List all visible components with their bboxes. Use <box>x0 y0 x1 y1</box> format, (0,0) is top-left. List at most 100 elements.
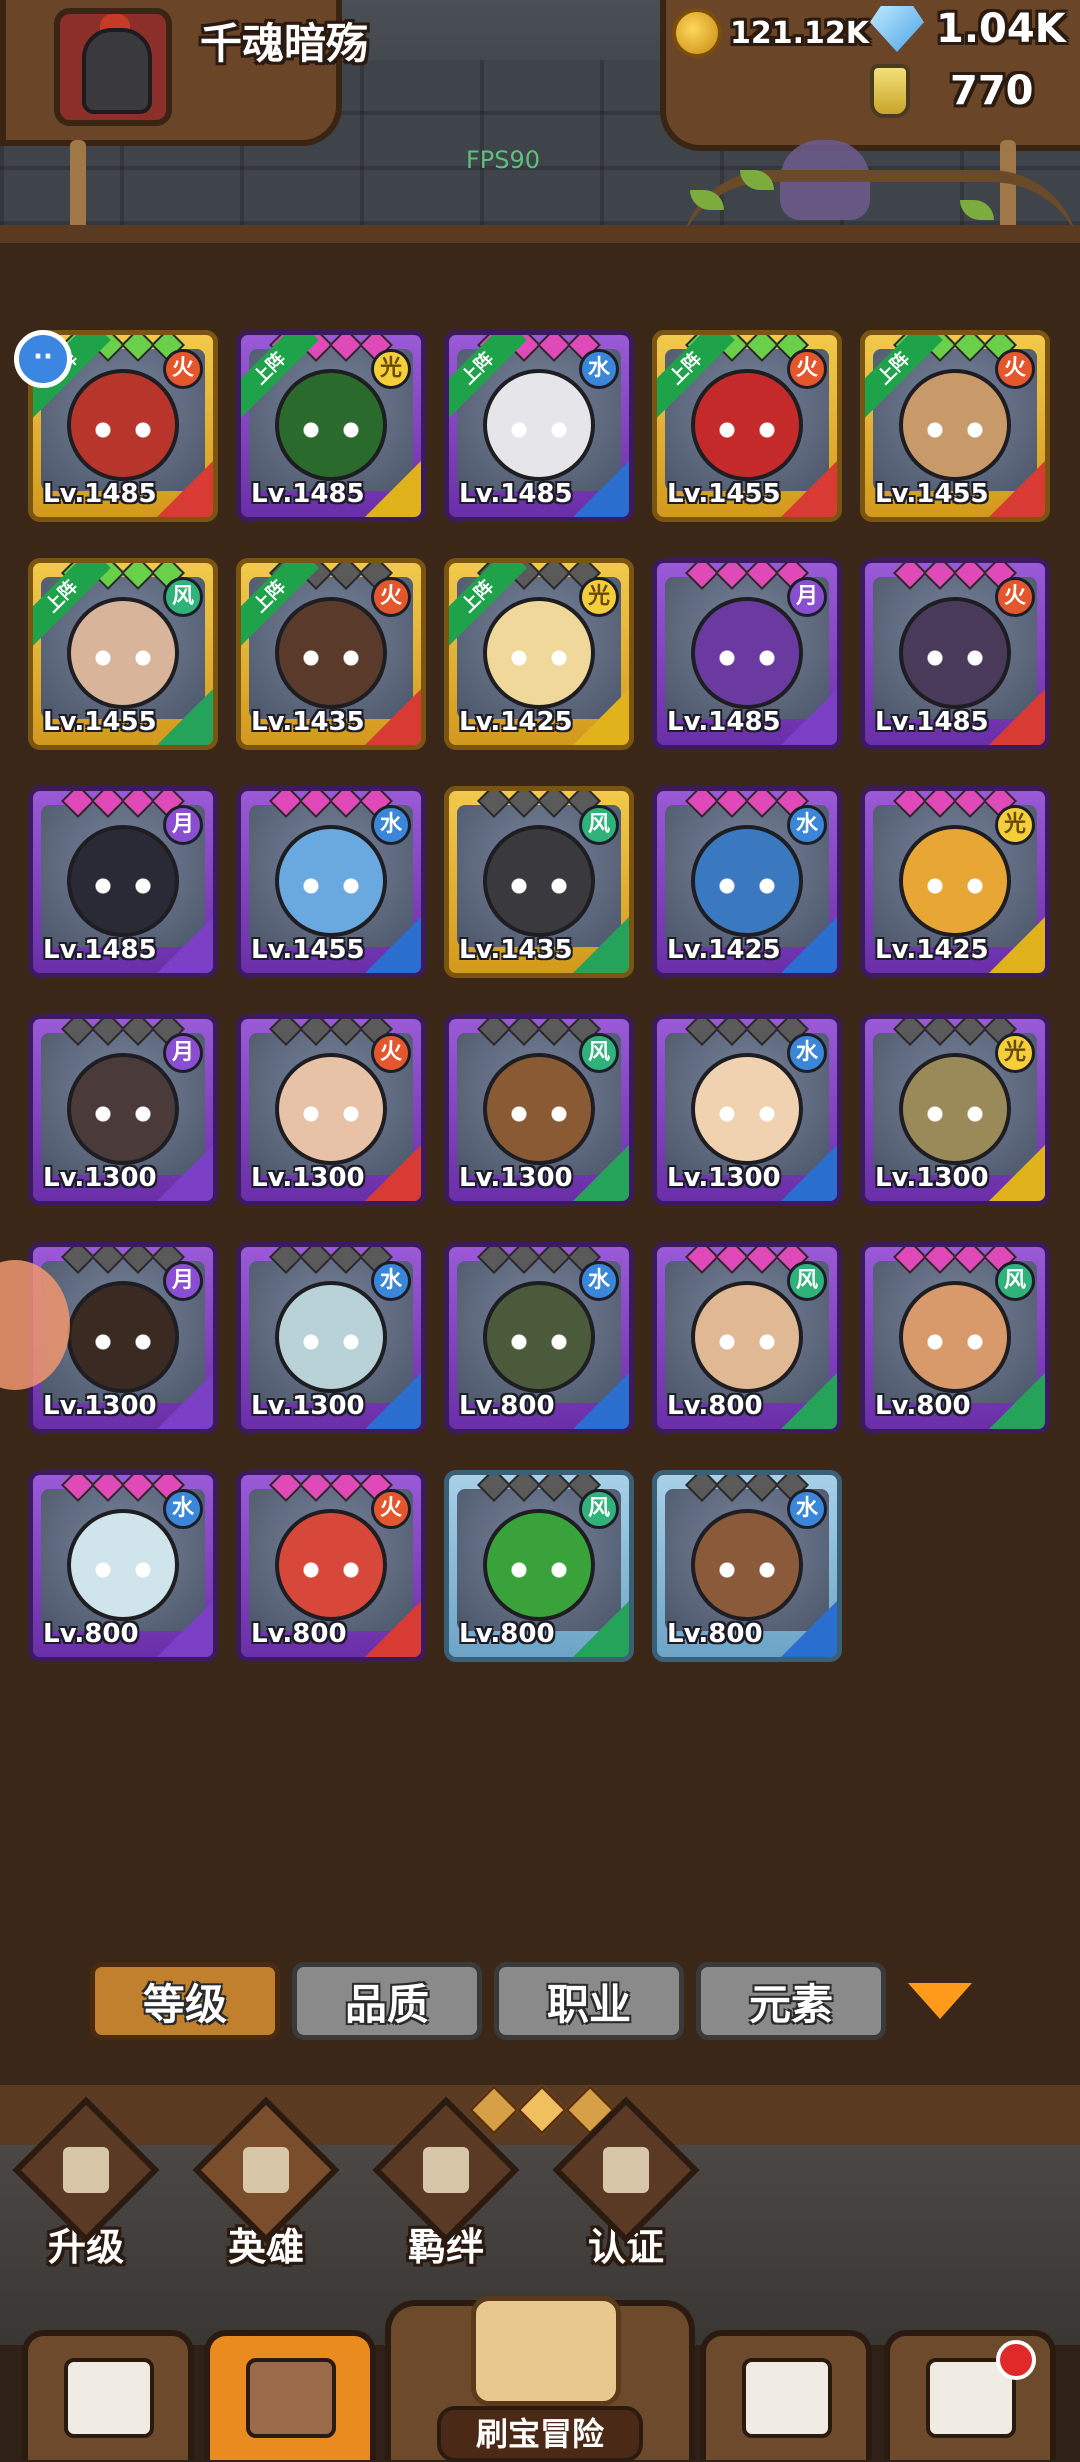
filter-element-button[interactable]: 元素 <box>696 1962 886 2040</box>
subnav-upgrade[interactable]: 升级 <box>12 2096 160 2271</box>
hero-level: Lv.1485 <box>459 479 573 509</box>
wind-element-icon: 风 <box>163 577 203 617</box>
water-element-icon: 水 <box>579 1261 619 1301</box>
fire-element-icon: 火 <box>995 577 1035 617</box>
water-element-icon: 水 <box>163 1489 203 1529</box>
fire-element-icon: 火 <box>371 577 411 617</box>
hero-level: Lv.1300 <box>43 1391 157 1421</box>
moon-element-icon: 月 <box>787 577 827 617</box>
subnav-bonds[interactable]: 羁绊 <box>372 2096 520 2271</box>
hero-card[interactable]: 光上阵 Lv.1485 <box>236 330 426 522</box>
filter-level-button[interactable]: 等级 <box>90 1962 280 2040</box>
rope-decoration <box>70 140 86 235</box>
hero-card[interactable]: 水 Lv.1300 <box>652 1014 842 1206</box>
hero-eyes <box>91 1333 155 1351</box>
star-rank <box>61 791 185 818</box>
tab-adventure[interactable]: 刷宝冒险 <box>385 2296 695 2462</box>
dropdown-arrow-icon[interactable] <box>908 1983 972 2019</box>
tab-shop[interactable] <box>22 2330 194 2460</box>
fire-element-icon: 火 <box>995 349 1035 389</box>
hero-level: Lv.1435 <box>251 707 365 737</box>
hero-card[interactable]: 风上阵 Lv.1455 <box>28 558 218 750</box>
star-rank <box>61 1475 185 1502</box>
hero-card[interactable]: 水上阵 Lv.1485 <box>444 330 634 522</box>
subnav-heroes[interactable]: 英雄 <box>192 2096 340 2271</box>
treasure-map-icon <box>471 2296 621 2406</box>
hero-card[interactable]: 风 Lv.800 <box>860 1242 1050 1434</box>
hero-level: Lv.1425 <box>459 707 573 737</box>
light-element-icon: 光 <box>579 577 619 617</box>
hero-eyes <box>715 1333 779 1351</box>
hero-card[interactable]: 风 Lv.1435 <box>444 786 634 978</box>
gold-coin-icon <box>672 8 722 58</box>
star-rank <box>477 1019 601 1046</box>
hero-level: Lv.1455 <box>251 935 365 965</box>
gold-counter[interactable]: 121.12K <box>672 8 869 58</box>
hero-card[interactable]: 水 Lv.800 <box>444 1242 634 1434</box>
tab-inventory[interactable] <box>700 2330 872 2460</box>
player-avatar[interactable] <box>54 8 172 126</box>
hero-level: Lv.1485 <box>251 479 365 509</box>
moon-element-icon: 月 <box>163 805 203 845</box>
hero-card[interactable]: 水 Lv.1300 <box>236 1242 426 1434</box>
hero-card[interactable]: 水 Lv.1425 <box>652 786 842 978</box>
wind-element-icon: 风 <box>995 1261 1035 1301</box>
hero-card[interactable]: 水 Lv.1455 <box>236 786 426 978</box>
fire-element-icon: 火 <box>371 1033 411 1073</box>
star-rank <box>477 791 601 818</box>
hero-card[interactable]: 光 Lv.1300 <box>860 1014 1050 1206</box>
hero-level: Lv.800 <box>43 1619 139 1649</box>
water-element-icon: 水 <box>371 805 411 845</box>
wind-element-icon: 风 <box>579 1489 619 1529</box>
hero-level: Lv.1300 <box>43 1163 157 1193</box>
hero-card[interactable]: 月 Lv.1300 <box>28 1014 218 1206</box>
sort-filter-bar: 等级 品质 职业 元素 <box>90 1962 972 2040</box>
hero-eyes <box>715 877 779 895</box>
hero-eyes <box>91 1105 155 1123</box>
hero-card[interactable]: 风 Lv.800 <box>444 1470 634 1662</box>
star-rank <box>893 1019 1017 1046</box>
hero-eyes <box>923 421 987 439</box>
player-name: 千魂暗殇 <box>200 19 369 68</box>
hero-card[interactable]: 风 Lv.1300 <box>444 1014 634 1206</box>
hero-card[interactable]: 火 Lv.800 <box>236 1470 426 1662</box>
notification-dot <box>996 2340 1036 2380</box>
hero-eyes <box>91 421 155 439</box>
filter-class-button[interactable]: 职业 <box>494 1962 684 2040</box>
hero-eyes <box>715 1561 779 1579</box>
hero-card[interactable]: 火上阵 Lv.1455 <box>860 330 1050 522</box>
subnav-certify[interactable]: 认证 <box>552 2096 700 2271</box>
wind-element-icon: 风 <box>787 1261 827 1301</box>
potion-counter[interactable]: 770 <box>870 64 1034 118</box>
hero-card[interactable]: 风 Lv.800 <box>652 1242 842 1434</box>
hero-card[interactable]: 水 Lv.800 <box>652 1470 842 1662</box>
hero-card[interactable]: 光上阵 Lv.1425 <box>444 558 634 750</box>
hero-eyes <box>923 649 987 667</box>
filter-quality-button[interactable]: 品质 <box>292 1962 482 2040</box>
hero-card[interactable]: 月 Lv.1485 <box>652 558 842 750</box>
hero-level: Lv.1300 <box>251 1163 365 1193</box>
water-element-icon: 水 <box>787 805 827 845</box>
hero-card[interactable]: 光 Lv.1425 <box>860 786 1050 978</box>
tab-heroes[interactable] <box>204 2330 376 2460</box>
hero-card[interactable]: 火 Lv.1485 <box>860 558 1050 750</box>
hero-level: Lv.800 <box>251 1619 347 1649</box>
hero-portrait-icon <box>246 2358 336 2438</box>
hero-level: Lv.800 <box>667 1619 763 1649</box>
star-rank <box>477 1247 601 1274</box>
hero-eyes <box>715 421 779 439</box>
hero-level: Lv.1485 <box>43 479 157 509</box>
hero-card[interactable]: 月 Lv.1485 <box>28 786 218 978</box>
hero-level: Lv.1300 <box>667 1163 781 1193</box>
hero-card[interactable]: 火 Lv.1300 <box>236 1014 426 1206</box>
hero-card[interactable]: 水 Lv.800 <box>28 1470 218 1662</box>
gem-counter[interactable]: 1.04K <box>870 6 1066 52</box>
star-rank <box>685 791 809 818</box>
gem-icon <box>870 6 924 52</box>
hero-eyes <box>299 649 363 667</box>
hero-card[interactable]: 火上阵 Lv.1435 <box>236 558 426 750</box>
fire-element-icon: 火 <box>371 1489 411 1529</box>
fire-element-icon: 火 <box>787 349 827 389</box>
chat-bubble-icon[interactable]: ·· <box>14 330 72 388</box>
hero-card[interactable]: 火上阵 Lv.1455 <box>652 330 842 522</box>
